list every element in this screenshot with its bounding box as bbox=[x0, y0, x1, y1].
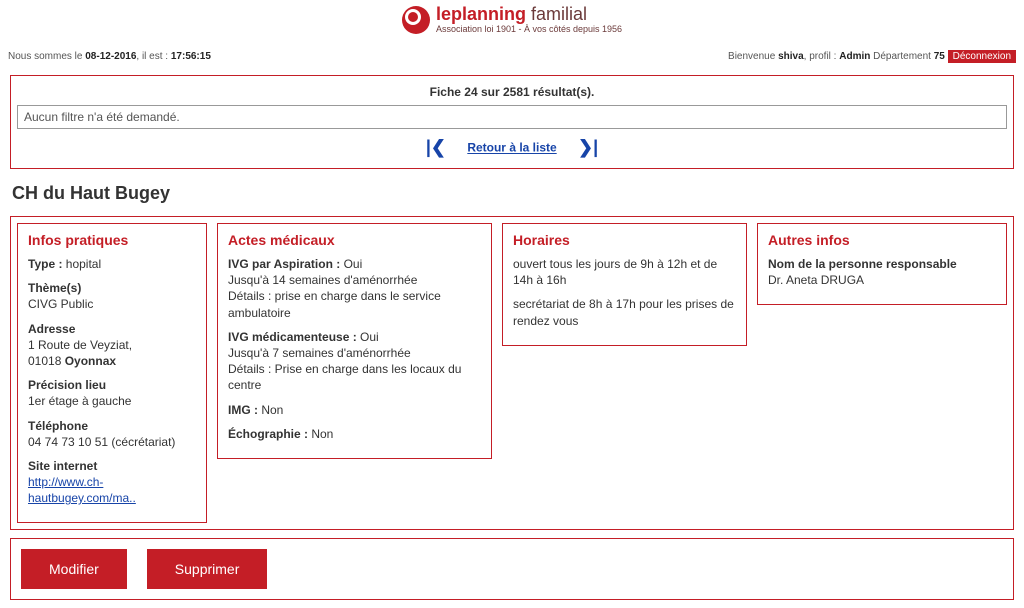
panel-horaires: Horaires ouvert tous les jours de 9h à 1… bbox=[502, 223, 747, 346]
website-link[interactable]: http://www.ch-hautbugey.com/ma.. bbox=[28, 475, 136, 505]
logo: leplanning familial Association loi 1901… bbox=[402, 5, 622, 34]
panel-autres-infos: Autres infos Nom de la personne responsa… bbox=[757, 223, 1007, 305]
results-box: Fiche 24 sur 2581 résultat(s). Aucun fil… bbox=[10, 75, 1014, 169]
panel-heading: Horaires bbox=[513, 232, 736, 248]
filter-message: Aucun filtre n'a été demandé. bbox=[17, 105, 1007, 129]
header: leplanning familial Association loi 1901… bbox=[0, 0, 1024, 50]
pagination-nav: |❮ Retour à la liste ❯| bbox=[17, 129, 1007, 162]
logo-subtitle: Association loi 1901 - À vos côtés depui… bbox=[436, 25, 622, 34]
results-header: Fiche 24 sur 2581 résultat(s). bbox=[17, 82, 1007, 105]
supprimer-button[interactable]: Supprimer bbox=[147, 549, 268, 589]
panel-heading: Autres infos bbox=[768, 232, 996, 248]
panel-infos-pratiques: Infos pratiques Type : hopital Thème(s)C… bbox=[17, 223, 207, 523]
user-info: Bienvenue shiva, profil : Admin Départem… bbox=[728, 50, 1016, 63]
modifier-button[interactable]: Modifier bbox=[21, 549, 127, 589]
panel-heading: Infos pratiques bbox=[28, 232, 196, 248]
panels-container: Infos pratiques Type : hopital Thème(s)C… bbox=[10, 216, 1014, 530]
panel-actes-medicaux: Actes médicaux IVG par Aspiration : Oui … bbox=[217, 223, 492, 459]
logout-button[interactable]: Déconnexion bbox=[948, 50, 1016, 63]
logo-icon bbox=[402, 6, 430, 34]
page-title: CH du Haut Bugey bbox=[0, 175, 1024, 212]
panel-heading: Actes médicaux bbox=[228, 232, 481, 248]
topbar: Nous sommes le 08-12-2016, il est : 17:5… bbox=[0, 50, 1024, 69]
actions-bar: Modifier Supprimer bbox=[10, 538, 1014, 600]
logo-title-red: leplanning bbox=[436, 4, 526, 24]
first-page-icon[interactable]: |❮ bbox=[426, 137, 446, 158]
next-page-icon[interactable]: ❯| bbox=[578, 137, 598, 158]
logo-title-dark: familial bbox=[526, 4, 587, 24]
date-time: Nous sommes le 08-12-2016, il est : 17:5… bbox=[8, 51, 211, 62]
back-to-list-link[interactable]: Retour à la liste bbox=[467, 141, 556, 155]
